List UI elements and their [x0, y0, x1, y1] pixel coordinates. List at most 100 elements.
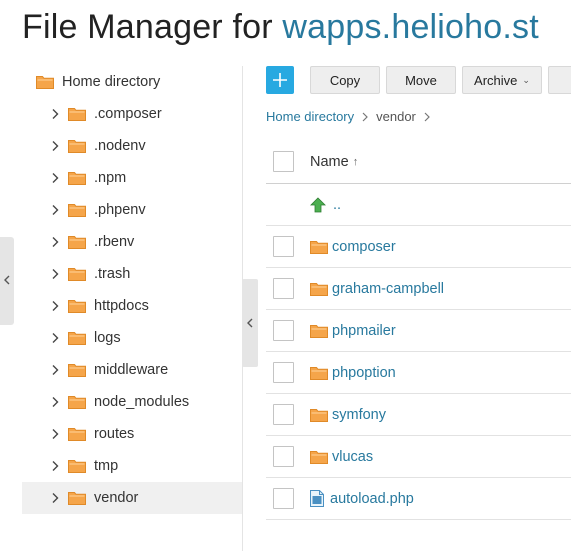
move-button[interactable]: Move	[386, 66, 456, 94]
add-button[interactable]	[266, 66, 294, 94]
tree-item-label: tmp	[94, 458, 119, 474]
plus-icon	[273, 73, 287, 87]
chevron-left-icon	[3, 273, 11, 287]
chevron-right-icon	[424, 112, 430, 122]
tree-item-composer[interactable]: .composer	[22, 98, 242, 130]
folder-icon	[68, 459, 86, 473]
file-name-link[interactable]: vlucas	[310, 436, 373, 477]
tree-item-httpdocs[interactable]: httpdocs	[22, 290, 242, 322]
folder-icon	[310, 240, 328, 254]
tree-item-home-directory[interactable]: Home directory	[22, 66, 242, 98]
chevron-right-icon[interactable]	[50, 460, 60, 472]
tree-item-label: logs	[94, 330, 121, 346]
tree-item-node-modules[interactable]: node_modules	[22, 386, 242, 418]
chevron-left-icon	[246, 316, 254, 330]
chevron-right-icon[interactable]	[50, 332, 60, 344]
tree-item-phpenv[interactable]: .phpenv	[22, 194, 242, 226]
table-row: graham-campbell	[266, 268, 571, 310]
tree-item-routes[interactable]: routes	[22, 418, 242, 450]
file-name: symfony	[332, 406, 386, 423]
row-checkbox[interactable]	[273, 236, 294, 257]
folder-icon	[68, 331, 86, 345]
chevron-right-icon	[362, 112, 368, 122]
title-domain: wapps.helioho.st	[282, 8, 539, 46]
parent-directory-label: ..	[333, 196, 342, 213]
file-list-table: Name ↑ .. composer graham-campbell phpma…	[266, 140, 571, 520]
tree-root-label: Home directory	[62, 74, 161, 90]
file-name-link[interactable]: symfony	[310, 394, 386, 435]
chevron-right-icon[interactable]	[50, 364, 60, 376]
tree-item-label: vendor	[94, 490, 139, 506]
tree-item-npm[interactable]: .npm	[22, 162, 242, 194]
tree-item-label: middleware	[94, 362, 169, 378]
folder-icon	[68, 491, 86, 505]
tree-item-nodenv[interactable]: .nodenv	[22, 130, 242, 162]
tree-item-tmp[interactable]: tmp	[22, 450, 242, 482]
tree-item-logs[interactable]: logs	[22, 322, 242, 354]
tree-item-trash[interactable]: .trash	[22, 258, 242, 290]
table-row: vlucas	[266, 436, 571, 478]
tree-item-rbenv[interactable]: .rbenv	[22, 226, 242, 258]
folder-icon	[36, 75, 54, 89]
folder-icon	[68, 235, 86, 249]
row-checkbox[interactable]	[273, 278, 294, 299]
breadcrumb-home-link[interactable]: Home directory	[266, 109, 354, 124]
row-checkbox[interactable]	[273, 446, 294, 467]
chevron-right-icon[interactable]	[50, 236, 60, 248]
chevron-right-icon[interactable]	[50, 300, 60, 312]
name-column-header[interactable]: Name ↑	[310, 140, 358, 183]
tree-item-label: .nodenv	[94, 138, 146, 154]
tree-item-label: node_modules	[94, 394, 190, 410]
table-row: phpmailer	[266, 310, 571, 352]
table-row-parent: ..	[266, 184, 571, 226]
parent-directory-link[interactable]: ..	[310, 184, 341, 225]
chevron-right-icon[interactable]	[50, 428, 60, 440]
row-checkbox[interactable]	[273, 362, 294, 383]
file-name: phpmailer	[332, 322, 396, 339]
chevron-right-icon[interactable]	[50, 396, 60, 408]
chevron-right-icon[interactable]	[50, 172, 60, 184]
folder-icon	[68, 299, 86, 313]
chevron-right-icon[interactable]	[50, 140, 60, 152]
row-checkbox[interactable]	[273, 404, 294, 425]
move-label: Move	[405, 72, 437, 88]
tree-item-label: .rbenv	[94, 234, 135, 250]
row-checkbox[interactable]	[273, 320, 294, 341]
sort-ascending-icon: ↑	[352, 155, 359, 168]
folder-icon	[310, 366, 328, 380]
chevron-right-icon[interactable]	[50, 268, 60, 280]
chevron-right-icon[interactable]	[50, 204, 60, 216]
file-name: composer	[332, 238, 396, 255]
directory-tree: Home directory .composer .nodenv .npm .p…	[22, 66, 242, 514]
left-panel-collapse-handle[interactable]	[0, 237, 14, 325]
chevron-right-icon[interactable]	[50, 108, 60, 120]
chevron-right-icon[interactable]	[50, 492, 60, 504]
folder-icon	[310, 324, 328, 338]
copy-label: Copy	[329, 72, 361, 88]
tree-item-label: routes	[94, 426, 135, 442]
up-arrow-icon	[310, 196, 326, 212]
tree-collapse-handle[interactable]	[242, 279, 258, 367]
file-name-link[interactable]: phpoption	[310, 352, 396, 393]
breadcrumb: Home directory vendor	[266, 109, 438, 124]
copy-button[interactable]: Copy	[310, 66, 380, 94]
file-name-link[interactable]: phpmailer	[310, 310, 396, 351]
folder-icon	[68, 395, 86, 409]
folder-icon	[310, 408, 328, 422]
file-name-link[interactable]: composer	[310, 226, 396, 267]
row-checkbox[interactable]	[273, 488, 294, 509]
file-name-link[interactable]: autoload.php	[310, 478, 414, 519]
more-button[interactable]	[548, 66, 571, 94]
tree-item-middleware[interactable]: middleware	[22, 354, 242, 386]
breadcrumb-current: vendor	[376, 109, 416, 124]
file-name-link[interactable]: graham-campbell	[310, 268, 444, 309]
tree-item-vendor[interactable]: vendor	[22, 482, 242, 514]
tree-item-label: httpdocs	[94, 298, 149, 314]
folder-icon	[310, 450, 328, 464]
select-all-checkbox[interactable]	[273, 151, 294, 172]
folder-icon	[68, 363, 86, 377]
chevron-down-icon: ⌄	[522, 74, 530, 85]
archive-button[interactable]: Archive ⌄	[462, 66, 542, 94]
table-row: autoload.php	[266, 478, 571, 520]
folder-icon	[68, 203, 86, 217]
